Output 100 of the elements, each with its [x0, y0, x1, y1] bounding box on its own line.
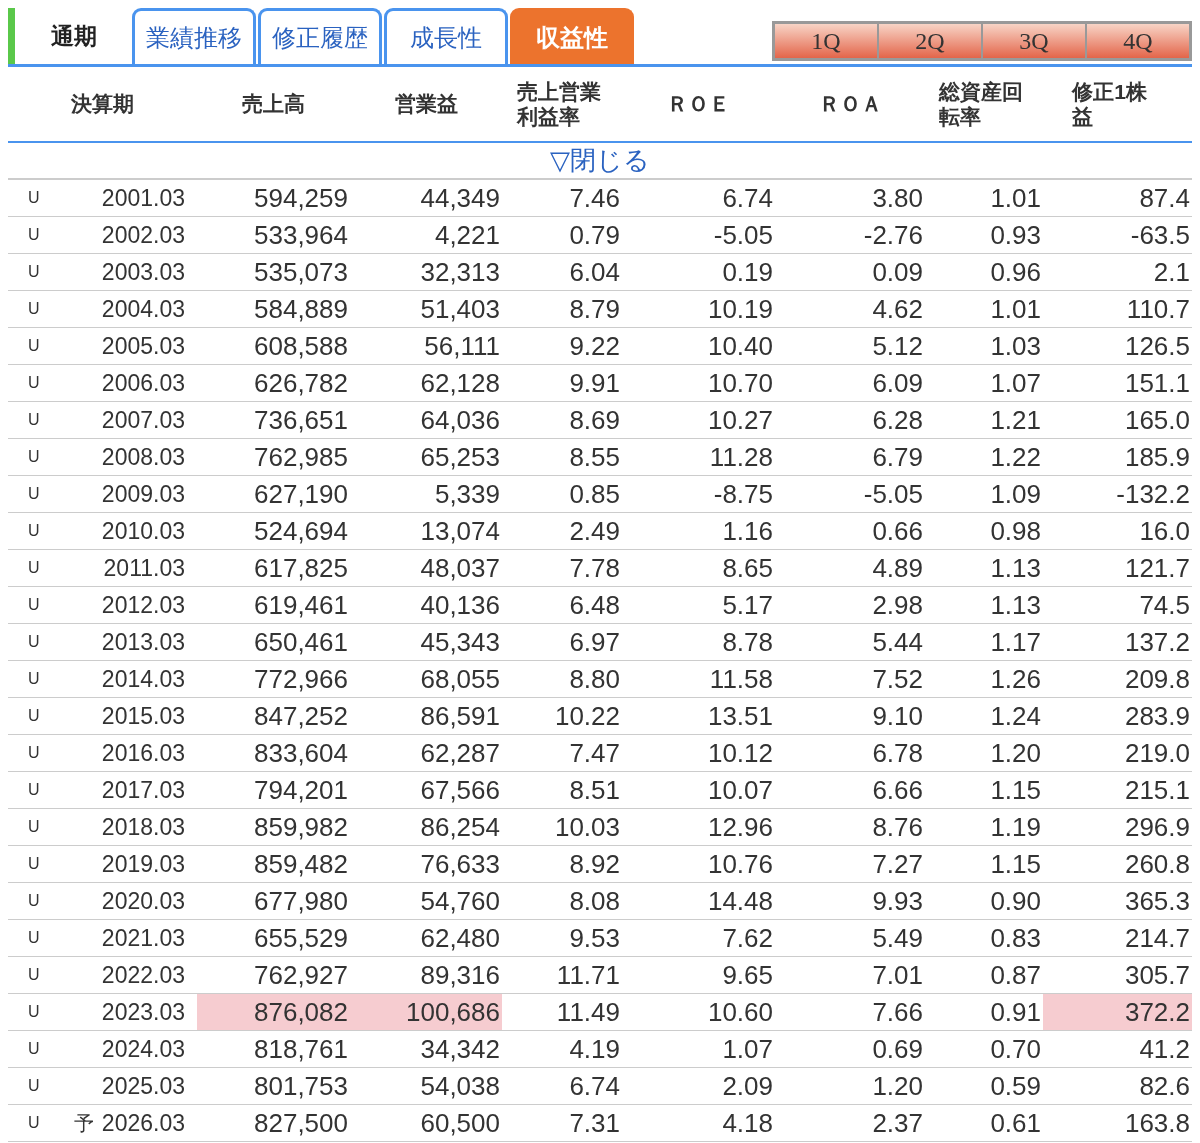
collapse-link[interactable]: ▽閉じる: [550, 143, 650, 178]
tab[interactable]: 成長性: [384, 8, 508, 64]
quarter-button[interactable]: 2Q: [879, 24, 981, 58]
table-cell-text: 1.22: [989, 440, 1042, 474]
table-cell-text: 296.9: [1123, 810, 1191, 844]
table-cell-text: 1.19: [989, 810, 1042, 844]
table-cell-text: 1.13: [989, 551, 1042, 585]
table-cell-text: 87.4: [1138, 181, 1191, 215]
table-cell-text: 0.83: [989, 921, 1042, 955]
table-cell-text: 4.19: [568, 1032, 621, 1066]
table-cell-text: 62,480: [419, 921, 501, 955]
table-cell-text: 16.0: [1138, 514, 1191, 548]
quarter-button[interactable]: 1Q: [775, 24, 877, 58]
tab[interactable]: 収益性: [510, 8, 634, 64]
table-cell-text: 2.98: [871, 588, 924, 622]
table-cell-text: 762,985: [253, 440, 349, 474]
table-cell-text: 10.27: [706, 403, 774, 437]
table-cell-text: 10.03: [553, 810, 621, 844]
table-cell-text: 62,128: [419, 366, 501, 400]
row-mark: U: [27, 965, 41, 985]
period-cell: 2023.03: [101, 998, 185, 1026]
quarter-button[interactable]: 3Q: [983, 24, 1085, 58]
period-cell: 2018.03: [101, 813, 185, 841]
table-cell-text: 594,259: [253, 181, 349, 215]
table-cell-text: 76,633: [419, 847, 501, 881]
row-mark: U: [27, 336, 41, 356]
table-cell-text: 1.01: [989, 181, 1042, 215]
table-cell-text: -8.75: [712, 477, 774, 511]
column-header: 総資産回転率: [938, 78, 1024, 130]
table-cell: 372.2: [1043, 994, 1192, 1030]
quarter-button[interactable]: 4Q: [1087, 24, 1189, 58]
period-cell: 2009.03: [101, 480, 185, 508]
table-cell-text: 859,982: [253, 810, 349, 844]
table-cell-text: 0.61: [989, 1106, 1042, 1140]
table-cell-text: 11.71: [555, 958, 621, 992]
table-cell-text: 6.48: [568, 588, 621, 622]
table-cell-text: 847,252: [253, 699, 349, 733]
table-cell-text: 163.8: [1123, 1106, 1191, 1140]
table-cell-text: 32,313: [419, 255, 501, 289]
table-cell-text: 1.17: [989, 625, 1042, 659]
tab[interactable]: 修正履歴: [258, 8, 382, 64]
table-cell-text: 535,073: [253, 255, 349, 289]
table-cell-text: -63.5: [1129, 218, 1191, 252]
table-cell-text: 165.0: [1123, 403, 1191, 437]
table-cell-text: 9.22: [568, 329, 621, 363]
table-cell-text: 827,500: [253, 1106, 349, 1140]
table-cell-text: 151.1: [1123, 366, 1191, 400]
table-cell-text: 60,500: [419, 1106, 501, 1140]
table-cell-text: 833,604: [253, 736, 349, 770]
table-cell-text: 0.91: [989, 995, 1042, 1029]
table-cell-text: 8.51: [568, 773, 621, 807]
table-cell-text: 10.60: [706, 995, 774, 1029]
tab[interactable]: 業績推移: [132, 8, 256, 64]
table-cell-text: 64,036: [419, 403, 501, 437]
table-cell-text: 626,782: [253, 366, 349, 400]
table-cell-text: 1.09: [989, 477, 1042, 511]
column-header: 営業益: [394, 91, 458, 117]
table-cell-text: 2.1: [1152, 255, 1191, 289]
table-cell-text: 11.28: [708, 440, 774, 474]
period-cell: 2022.03: [101, 961, 185, 989]
row-mark: U: [27, 262, 41, 282]
table-cell-text: 89,316: [419, 958, 501, 992]
row-mark: U: [27, 1002, 41, 1022]
table-cell-text: 801,753: [253, 1069, 349, 1103]
column-header: 修正1株益: [1072, 78, 1149, 130]
table-cell-text: 8.55: [568, 440, 621, 474]
period-cell: 2017.03: [101, 776, 185, 804]
period-cell: 2008.03: [101, 443, 185, 471]
table-cell-text: 2.37: [871, 1106, 924, 1140]
row-mark: U: [27, 188, 41, 208]
table-cell-text: 8.92: [568, 847, 621, 881]
table-cell-text: 45,343: [419, 625, 501, 659]
table-cell-text: 214.7: [1123, 921, 1191, 955]
table-cell-text: 8.65: [721, 551, 774, 585]
table-cell-text: 4.18: [721, 1106, 774, 1140]
table-cell-text: 677,980: [253, 884, 349, 918]
table-cell-text: 8.80: [568, 662, 621, 696]
table-cell-text: -5.05: [862, 477, 924, 511]
table-cell-text: 68,055: [419, 662, 501, 696]
table-cell-text: 5.49: [871, 921, 924, 955]
table-cell-text: 0.79: [568, 218, 621, 252]
row-mark: U: [27, 632, 41, 652]
table-cell-text: 74.5: [1138, 588, 1191, 622]
column-header: 売上営業利益率: [516, 78, 602, 130]
table-cell-text: 13.51: [706, 699, 774, 733]
row-mark: U: [27, 817, 41, 837]
column-header: 売上高: [242, 91, 305, 117]
row-mark: U: [27, 225, 41, 245]
table-cell-text: 1.16: [721, 514, 774, 548]
table-cell-text: 7.78: [568, 551, 621, 585]
table-cell-text: 44,349: [419, 181, 501, 215]
column-header: 決算期: [71, 91, 134, 117]
table-cell-text: 772,966: [253, 662, 349, 696]
table-cell-text: 0.70: [989, 1032, 1042, 1066]
table-cell-text: 1.03: [989, 329, 1042, 363]
row-mark: U: [27, 1076, 41, 1096]
table-cell-text: 4.89: [871, 551, 924, 585]
table-cell-text: 54,038: [419, 1069, 501, 1103]
table-cell-text: 48,037: [419, 551, 501, 585]
table-cell-text: 54,760: [419, 884, 501, 918]
